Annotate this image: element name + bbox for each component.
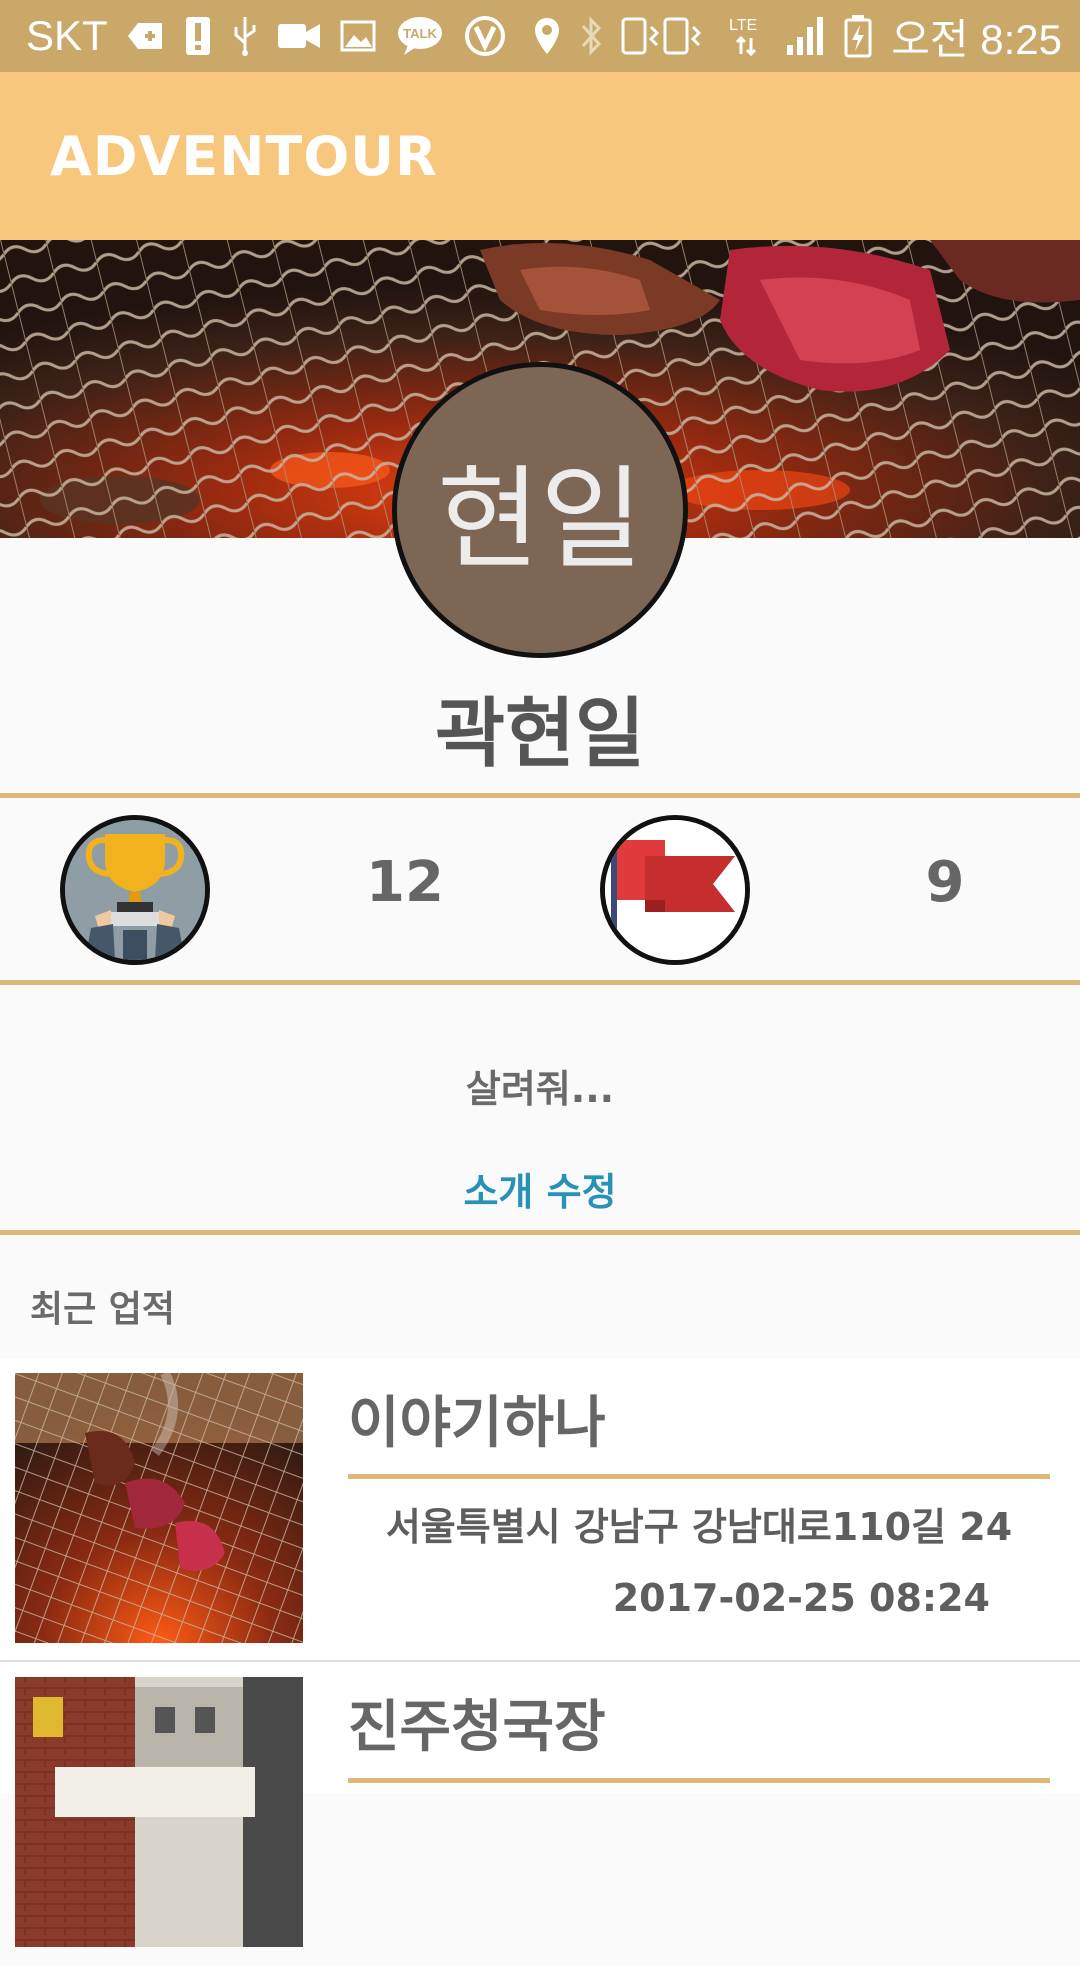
achievement-thumbnail: [15, 1373, 303, 1643]
app-bar: ADVENTOUR: [0, 72, 1080, 240]
profile-name: 곽현일: [435, 689, 645, 778]
divider-middle: [0, 980, 1080, 985]
status-bar: SKT TALK LTE 오전 8:25: [0, 0, 1080, 72]
achievement-name: 진주청국장: [348, 1695, 606, 1760]
carrier-label: SKT: [26, 12, 108, 59]
divider-bottom: [0, 1230, 1080, 1235]
vibrate-icon: [621, 15, 709, 57]
achievement-divider: [348, 1778, 1050, 1783]
achievement-item[interactable]: 이야기하나 서울특별시 강남구 강남대로110길 24 2017-02-25 0…: [0, 1358, 1080, 1662]
trophy-icon[interactable]: [60, 815, 210, 965]
signal-icon: [785, 15, 825, 57]
profile-intro: 살려줘...: [465, 1067, 615, 1111]
bluetooth-icon: [579, 16, 603, 56]
status-left: SKT TALK: [26, 12, 506, 60]
achievement-name: 이야기하나: [348, 1391, 606, 1456]
avatar-initials: 현일: [436, 455, 644, 585]
alert-icon: [184, 15, 212, 57]
svg-text:TALK: TALK: [403, 26, 437, 41]
achievement-item[interactable]: 진주청국장: [0, 1662, 1080, 1966]
divider-top: [0, 793, 1080, 798]
edit-intro-button[interactable]: 소개 수정: [440, 1160, 640, 1216]
flag-icon[interactable]: [600, 815, 750, 965]
achievement-thumbnail: [15, 1677, 303, 1947]
lte-icon: LTE: [727, 14, 767, 58]
recent-achievements-title: 최근 업적: [30, 1289, 176, 1330]
profile-avatar[interactable]: 현일: [392, 362, 688, 658]
achievement-address: 서울특별시 강남구 강남대로110길 24: [385, 1505, 1013, 1549]
achievement-divider: [348, 1474, 1050, 1479]
status-time: 오전 8:25: [891, 15, 1062, 63]
image-icon: [340, 20, 376, 52]
achievement-list: 이야기하나 서울특별시 강남구 강남대로110길 24 2017-02-25 0…: [0, 1358, 1080, 1947]
app-title: ADVENTOUR: [50, 124, 438, 188]
achievement-date: 2017-02-25 08:24: [612, 1576, 990, 1620]
battery-charging-icon: [843, 13, 873, 59]
location-icon: [533, 16, 561, 56]
video-icon: [277, 22, 320, 50]
svg-text:LTE: LTE: [729, 17, 757, 34]
plus-tag-icon: [127, 21, 164, 51]
kakaotalk-icon: TALK: [396, 15, 444, 57]
status-right: LTE 오전 8:25: [533, 6, 1062, 67]
usb-icon: [232, 15, 258, 57]
v3-icon: [464, 15, 506, 57]
trophy-count: 12: [366, 850, 444, 915]
flag-count: 9: [925, 850, 965, 915]
